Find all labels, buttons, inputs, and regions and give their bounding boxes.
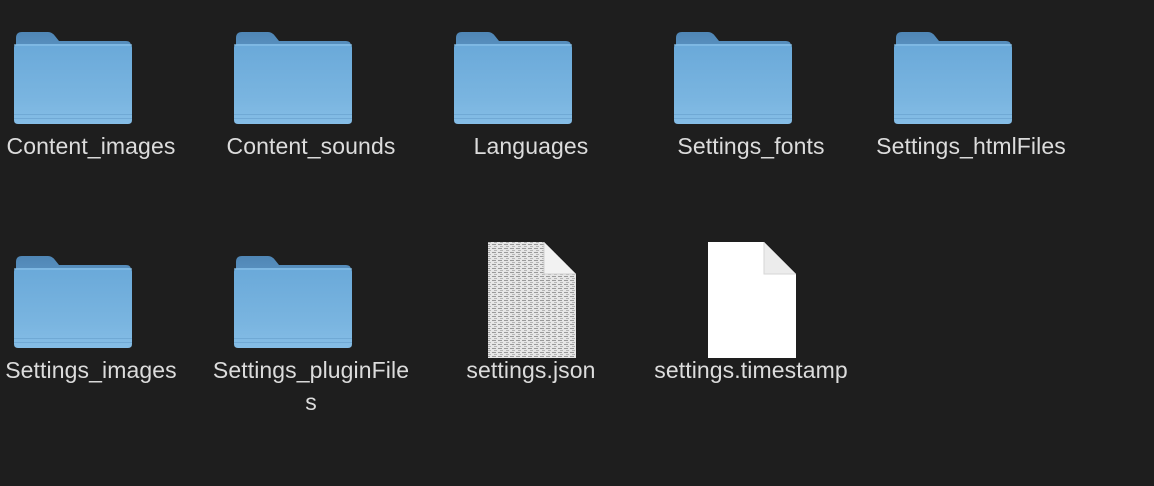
folder-item-settings-images[interactable]: Settings_images — [0, 224, 201, 386]
item-label: Settings_htmlFiles — [876, 133, 1066, 159]
item-label: Content_sounds — [226, 133, 396, 159]
folder-item-content-sounds[interactable]: Content_sounds — [201, 0, 421, 162]
folder-item-settings-htmlfiles[interactable]: Settings_htmlFiles — [861, 0, 1081, 162]
folder-icon — [674, 32, 792, 124]
json-document-icon — [488, 242, 576, 358]
folder-icon — [14, 256, 132, 348]
folder-icon — [894, 32, 1012, 124]
file-item-settings-timestamp[interactable]: settings.timestamp — [641, 224, 861, 386]
file-item-settings-json[interactable]: settings.json — [421, 224, 641, 386]
item-label: Settings_images — [5, 357, 177, 383]
folder-item-settings-fonts[interactable]: Settings_fonts — [641, 0, 861, 162]
item-label: Languages — [473, 133, 589, 159]
folder-icon — [454, 32, 572, 124]
folder-item-content-images[interactable]: Content_images — [0, 0, 201, 162]
item-label: Settings_pluginFiles — [212, 357, 410, 415]
blank-document-icon — [708, 242, 796, 358]
folder-item-languages[interactable]: Languages — [421, 0, 641, 162]
folder-icon — [14, 32, 132, 124]
folder-icon — [234, 32, 352, 124]
item-label: Content_images — [6, 133, 176, 159]
file-icon-grid: Content_images Content_sounds Languages … — [0, 0, 1154, 486]
folder-item-settings-pluginfiles[interactable]: Settings_pluginFiles — [201, 224, 421, 418]
item-label: Settings_fonts — [677, 133, 825, 159]
folder-icon — [234, 256, 352, 348]
